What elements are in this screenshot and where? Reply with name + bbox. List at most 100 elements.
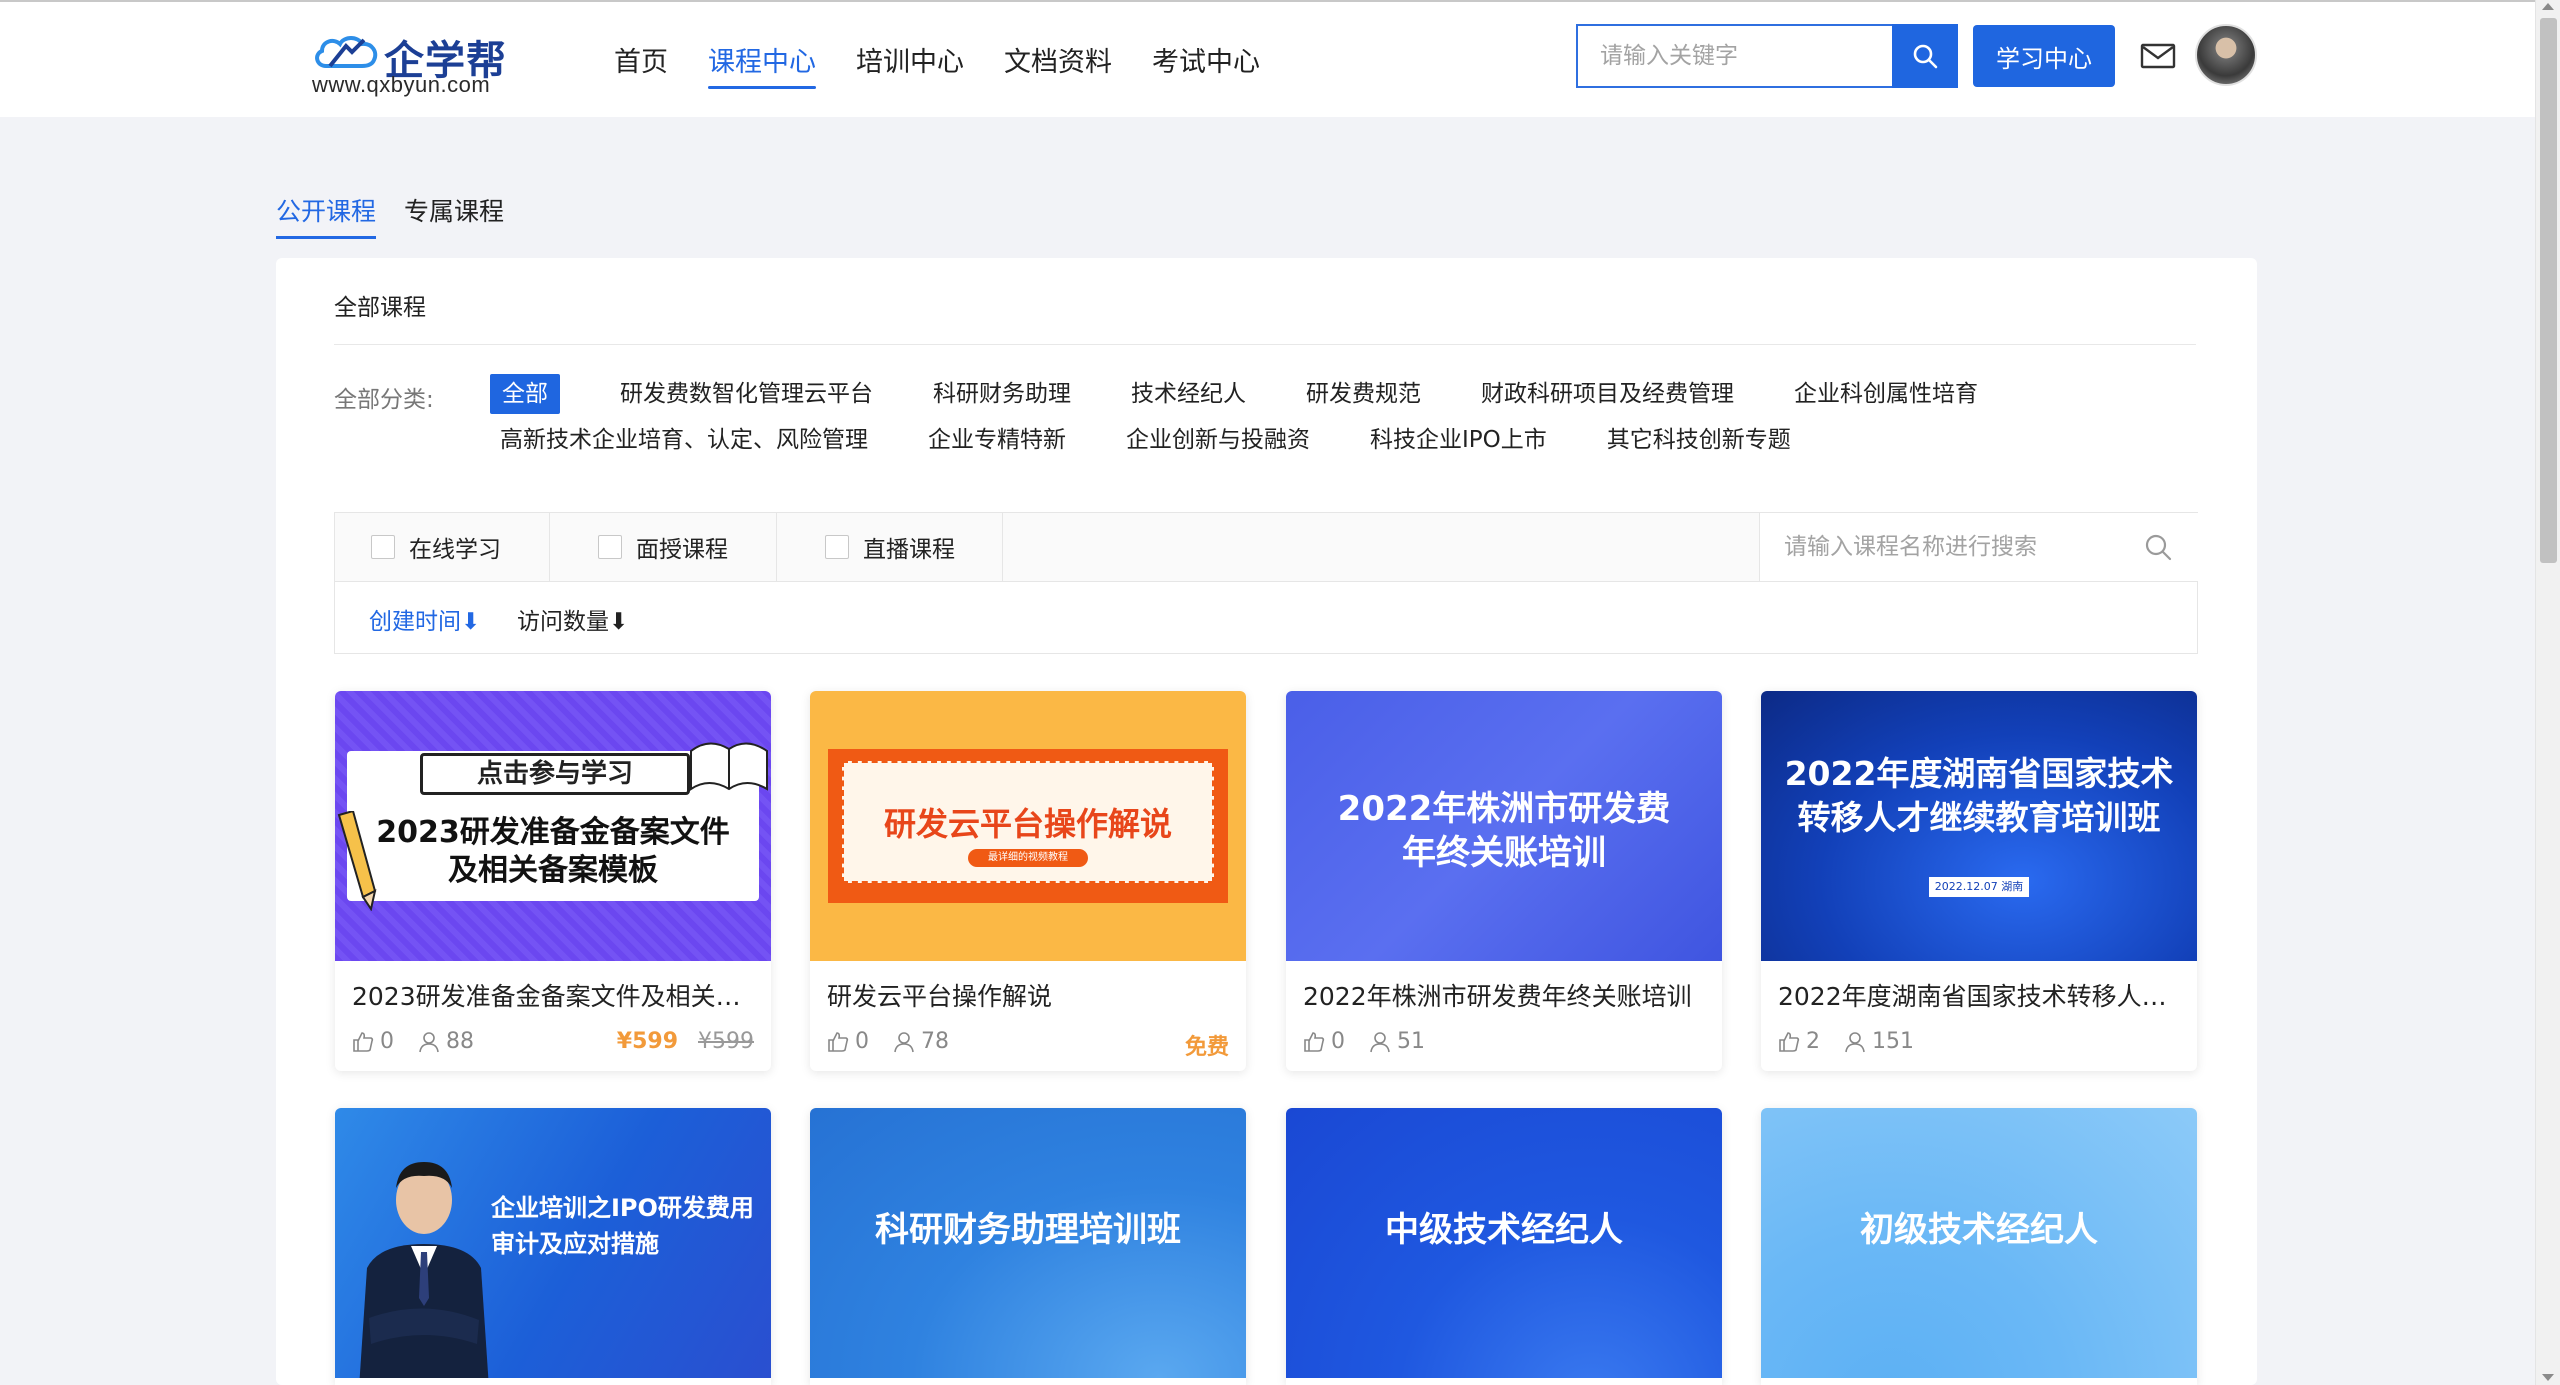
likes-count: 0 <box>380 1029 394 1054</box>
nav-training-center[interactable]: 培训中心 <box>856 40 964 94</box>
course-thumbnail[interactable]: 科研财务助理培训班 <box>810 1108 1246 1378</box>
likes-count: 2 <box>1806 1029 1820 1054</box>
site-logo[interactable]: 企学帮 www.qxbyun.com <box>308 26 523 100</box>
user-icon <box>894 1031 914 1052</box>
course-card[interactable]: 中级技术经纪人 <box>1286 1108 1722 1385</box>
banner-title-line2: 年终关账培训 <box>1402 833 1606 873</box>
course-card[interactable]: 2022年株洲市研发费 年终关账培训 2022年株洲市研发费年终关账培训 0 5… <box>1286 691 1722 1071</box>
filter-bar: 在线学习 面授课程 直播课程 <box>334 512 2198 582</box>
course-title[interactable]: 研发云平台操作解说 <box>827 977 1229 1013</box>
checkbox[interactable] <box>371 535 395 559</box>
banner-title-line2: 转移人才继续教育培训班 <box>1797 798 2161 837</box>
banner-subtitle: 最详细的视频教程 <box>968 849 1088 867</box>
sort-created-time[interactable]: 创建时间⬇ <box>369 602 480 636</box>
filter-live[interactable]: 直播课程 <box>777 513 1003 581</box>
tab-public-courses[interactable]: 公开课程 <box>276 192 377 239</box>
category-item[interactable]: 研发费规范 <box>1306 374 1421 414</box>
category-item[interactable]: 企业专精特新 <box>928 420 1066 460</box>
category-item[interactable]: 技术经纪人 <box>1131 374 1246 414</box>
filter-live-label: 直播课程 <box>863 537 955 563</box>
thumbs-up-icon[interactable] <box>827 1031 849 1053</box>
user-icon <box>419 1031 439 1052</box>
user-avatar[interactable] <box>2195 24 2257 86</box>
banner-title-line1: 2022年度湖南省国家技术 <box>1784 754 2174 793</box>
checkbox[interactable] <box>598 535 622 559</box>
course-stats: 2 151 <box>1778 1029 1914 1054</box>
course-title[interactable]: 2022年度湖南省国家技术转移人才继续教育培训班 <box>1778 977 2180 1013</box>
course-thumbnail[interactable]: 中级技术经纪人 <box>1286 1108 1722 1378</box>
category-all[interactable]: 全部 <box>490 374 560 414</box>
arrow-down-icon: ⬇ <box>461 609 481 635</box>
study-center-button[interactable]: 学习中心 <box>1973 25 2115 87</box>
course-thumbnail[interactable]: 2022年株洲市研发费 年终关账培训 <box>1286 691 1722 961</box>
nav-home[interactable]: 首页 <box>614 40 668 94</box>
sort-visits-label: 访问数量 <box>517 609 609 635</box>
nav-documents[interactable]: 文档资料 <box>1004 40 1112 94</box>
course-title[interactable]: 2023研发准备金备案文件及相关备案模板 <box>352 977 754 1013</box>
category-item[interactable]: 研发费数智化管理云平台 <box>620 374 873 414</box>
top-header: 企学帮 www.qxbyun.com 首页 课程中心 培训中心 文档资料 考试中… <box>0 0 2535 117</box>
category-item[interactable]: 企业创新与投融资 <box>1126 420 1310 460</box>
banner-tag: 点击参与学习 <box>420 753 690 795</box>
views-count: 88 <box>446 1029 474 1054</box>
course-thumbnail[interactable]: 点击参与学习 2023研发准备金备案文件 及相关备案模板 <box>335 691 771 961</box>
course-thumbnail[interactable]: 初级技术经纪人 <box>1761 1108 2197 1378</box>
banner-title-line1: 2022年株洲市研发费 <box>1337 789 1671 829</box>
course-card[interactable]: 科研财务助理培训班 <box>810 1108 1246 1385</box>
category-item[interactable]: 科研财务助理 <box>933 374 1071 414</box>
search-icon[interactable] <box>2144 533 2172 561</box>
course-card[interactable]: 点击参与学习 2023研发准备金备案文件 及相关备案模板 2023研发准备金备案… <box>335 691 771 1071</box>
sort-visits[interactable]: 访问数量⬇ <box>517 602 628 636</box>
category-row-1: 全部 研发费数智化管理云平台 科研财务助理 技术经纪人 研发费规范 财政科研项目… <box>490 374 2038 414</box>
nav-exam-center[interactable]: 考试中心 <box>1152 40 1260 94</box>
views-count: 151 <box>1872 1029 1914 1054</box>
filter-online[interactable]: 在线学习 <box>335 513 550 581</box>
logo-cloud-icon <box>315 36 378 68</box>
course-panel: 全部课程 全部分类: 全部 研发费数智化管理云平台 科研财务助理 技术经纪人 研… <box>276 258 2257 1385</box>
thumbs-up-icon[interactable] <box>1303 1031 1325 1053</box>
course-price: ¥599 ¥599 <box>617 1029 754 1054</box>
course-thumbnail[interactable]: 2022年度湖南省国家技术 转移人才继续教育培训班 2022.12.07 湖南 <box>1761 691 2197 961</box>
search-icon <box>1913 44 1938 69</box>
thumbs-up-icon[interactable] <box>352 1031 374 1053</box>
free-badge: 免费 <box>1184 1035 1229 1060</box>
category-item[interactable]: 科技企业IPO上市 <box>1370 420 1547 460</box>
course-card[interactable]: 企业培训之IPO研发费用 审计及应对措施 <box>335 1108 771 1385</box>
course-search-input[interactable] <box>1760 513 2198 581</box>
category-row-2: 高新技术企业培育、认定、风险管理 企业专精特新 企业创新与投融资 科技企业IPO… <box>500 420 1851 460</box>
main-nav: 首页 课程中心 培训中心 文档资料 考试中心 <box>614 40 1300 94</box>
checkbox[interactable] <box>825 535 849 559</box>
category-label: 全部分类: <box>334 387 434 413</box>
course-card[interactable]: 研发云平台操作解说 最详细的视频教程 研发云平台操作解说 0 78 免费 <box>810 691 1246 1071</box>
presenter-image <box>359 1162 489 1378</box>
mail-icon[interactable] <box>2140 42 2176 70</box>
filter-face-to-face[interactable]: 面授课程 <box>550 513 777 581</box>
banner-title: 中级技术经纪人 <box>1385 1210 1623 1250</box>
course-card[interactable]: 初级技术经纪人 <box>1761 1108 2197 1385</box>
category-item[interactable]: 高新技术企业培育、认定、风险管理 <box>500 420 868 460</box>
arrow-down-icon: ⬇ <box>609 609 629 635</box>
header-search-input[interactable] <box>1578 26 1892 86</box>
course-card[interactable]: 2022年度湖南省国家技术 转移人才继续教育培训班 2022.12.07 湖南 … <box>1761 691 2197 1071</box>
divider <box>334 344 2196 345</box>
course-thumbnail[interactable]: 研发云平台操作解说 最详细的视频教程 <box>810 691 1246 961</box>
nav-course-center[interactable]: 课程中心 <box>708 40 816 94</box>
thumbs-up-icon[interactable] <box>1778 1031 1800 1053</box>
likes-count: 0 <box>855 1029 869 1054</box>
filter-online-label: 在线学习 <box>409 537 501 563</box>
category-item[interactable]: 其它科技创新专题 <box>1607 420 1791 460</box>
course-stats: 0 51 <box>1303 1029 1425 1054</box>
scroll-down-icon[interactable] <box>2542 1374 2554 1381</box>
book-icon <box>690 742 768 791</box>
page-scrollbar[interactable] <box>2535 0 2560 1385</box>
category-item[interactable]: 企业科创属性培育 <box>1794 374 1978 414</box>
tab-exclusive-courses[interactable]: 专属课程 <box>404 192 504 236</box>
scroll-thumb[interactable] <box>2540 18 2557 563</box>
course-type-tabs: 公开课程 专属课程 <box>276 192 532 239</box>
likes-count: 0 <box>1331 1029 1345 1054</box>
category-item[interactable]: 财政科研项目及经费管理 <box>1481 374 1734 414</box>
header-search-button[interactable] <box>1892 24 1958 88</box>
course-title[interactable]: 2022年株洲市研发费年终关账培训 <box>1303 977 1705 1013</box>
course-thumbnail[interactable]: 企业培训之IPO研发费用 审计及应对措施 <box>335 1108 771 1378</box>
scroll-up-icon[interactable] <box>2542 3 2554 10</box>
